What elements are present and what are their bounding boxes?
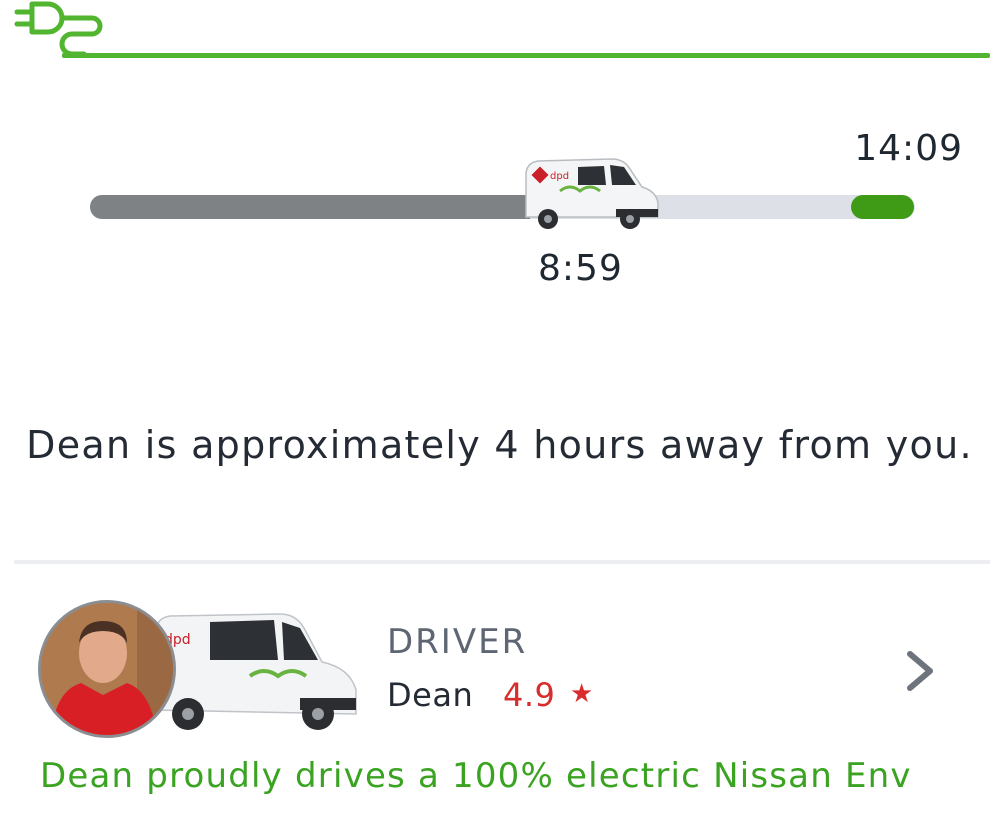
eta-time: 14:09 bbox=[854, 128, 963, 169]
star-icon: ★ bbox=[570, 679, 594, 709]
plug-icon bbox=[14, 1, 103, 57]
driver-name: Dean bbox=[387, 676, 474, 714]
tracking-page: 14:09 dpd 8:59 Dean is approximately 4 h… bbox=[0, 0, 999, 814]
header-divider bbox=[62, 53, 990, 58]
eco-message: Dean proudly drives a 100% electric Niss… bbox=[40, 756, 912, 796]
driver-card[interactable]: dpd DRIVER Dean 4.9 ★ bbox=[0, 566, 999, 738]
driver-van-image: dpd bbox=[155, 613, 357, 730]
driver-caption: DRIVER bbox=[387, 622, 528, 662]
chevron-right-icon[interactable] bbox=[904, 648, 938, 694]
current-time: 8:59 bbox=[538, 248, 623, 289]
progress-completed bbox=[90, 195, 530, 219]
delivery-van-icon: dpd bbox=[525, 158, 659, 229]
section-divider bbox=[14, 560, 990, 564]
svg-text:dpd: dpd bbox=[550, 171, 569, 182]
driver-rating: 4.9 bbox=[503, 676, 556, 714]
driver-avatar bbox=[38, 600, 176, 738]
away-message: Dean is approximately 4 hours away from … bbox=[26, 423, 973, 467]
destination-marker bbox=[851, 195, 914, 219]
